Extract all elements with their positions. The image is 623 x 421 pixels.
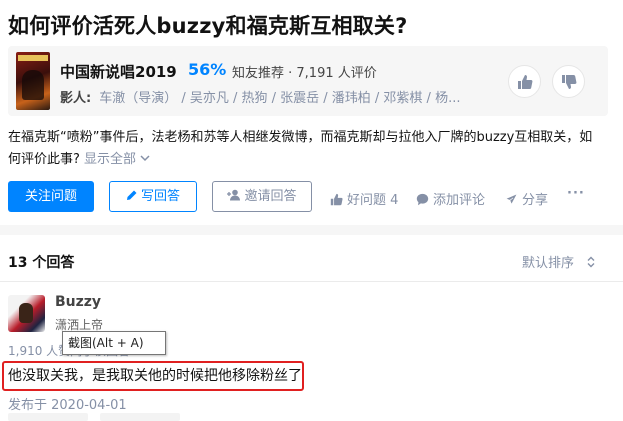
like-movie-button[interactable] bbox=[508, 65, 541, 98]
add-comment-button[interactable]: 添加评论 bbox=[416, 189, 485, 208]
sort-icon bbox=[587, 256, 595, 268]
write-answer-button[interactable]: 写回答 bbox=[109, 181, 197, 212]
follow-question-button[interactable]: 关注问题 bbox=[8, 181, 94, 212]
divider bbox=[0, 281, 623, 282]
cast-label: 影人: bbox=[60, 91, 92, 106]
comment-icon bbox=[416, 193, 429, 206]
recommend-percent: 56% bbox=[188, 60, 227, 79]
movie-card[interactable]: 中国新说唱2019 56% 知友推荐 · 7,191 人评价 影人: 车澈（导演）… bbox=[8, 46, 608, 116]
answer-content[interactable]: 他没取关我，是我取关他的时候把他移除粉丝了 bbox=[2, 361, 304, 391]
question-description: 在福克斯“喷粉”事件后，法老杨和苏等人相继发微博，而福克斯却与拉他入厂牌的buz… bbox=[8, 127, 598, 171]
dislike-movie-button[interactable] bbox=[552, 65, 585, 98]
share-button[interactable]: 分享 bbox=[504, 189, 549, 208]
more-icon[interactable]: ··· bbox=[567, 186, 585, 201]
good-question-button[interactable]: 好问题 4 bbox=[330, 189, 398, 208]
chevron-down-icon bbox=[140, 155, 150, 162]
movie-cast: 影人: 车澈（导演） / 吴亦凡 / 热狗 / 张震岳 / 潘玮柏 / 邓紫棋 /… bbox=[60, 87, 460, 106]
write-answer-label: 写回答 bbox=[140, 189, 180, 204]
show-all-label: 显示全部 bbox=[84, 152, 137, 167]
invite-answer-button[interactable]: 邀请回答 bbox=[212, 181, 312, 212]
sort-label: 默认排序 bbox=[522, 256, 575, 271]
cast-list: 车澈（导演） / 吴亦凡 / 热狗 / 张震岳 / 潘玮柏 / 邓紫棋 / 杨.… bbox=[99, 91, 461, 106]
author-name[interactable]: Buzzy bbox=[55, 294, 101, 310]
action-bar-placeholder bbox=[0, 413, 623, 421]
avatar[interactable] bbox=[8, 295, 45, 332]
movie-name[interactable]: 中国新说唱2019 bbox=[60, 61, 177, 82]
pencil-icon bbox=[126, 190, 137, 200]
share-label: 分享 bbox=[522, 193, 549, 208]
sort-dropdown[interactable]: 默认排序 bbox=[522, 252, 596, 271]
thumbs-up-icon bbox=[518, 75, 533, 89]
movie-poster[interactable] bbox=[16, 52, 50, 110]
invite-answer-label: 邀请回答 bbox=[244, 189, 297, 204]
share-icon bbox=[504, 193, 518, 206]
question-title[interactable]: 如何评价活死人buzzy和福克斯互相取关? bbox=[8, 10, 408, 40]
show-all-link[interactable]: 显示全部 bbox=[84, 152, 150, 167]
good-question-label: 好问题 4 bbox=[347, 193, 399, 208]
screenshot-tooltip: 截图(Alt + A) bbox=[62, 331, 166, 355]
answer-count: 13 个回答 bbox=[8, 255, 75, 271]
like-icon bbox=[330, 193, 343, 206]
add-user-icon bbox=[227, 189, 241, 201]
thumbs-down-icon bbox=[562, 75, 577, 89]
answer-date[interactable]: 发布于 2020-04-01 bbox=[8, 394, 127, 413]
question-card: 如何评价活死人buzzy和福克斯互相取关? 中国新说唱2019 56% 知友推荐… bbox=[0, 0, 623, 225]
recommend-text: 知友推荐 · 7,191 人评价 bbox=[232, 66, 377, 81]
add-comment-label: 添加评论 bbox=[433, 193, 486, 208]
